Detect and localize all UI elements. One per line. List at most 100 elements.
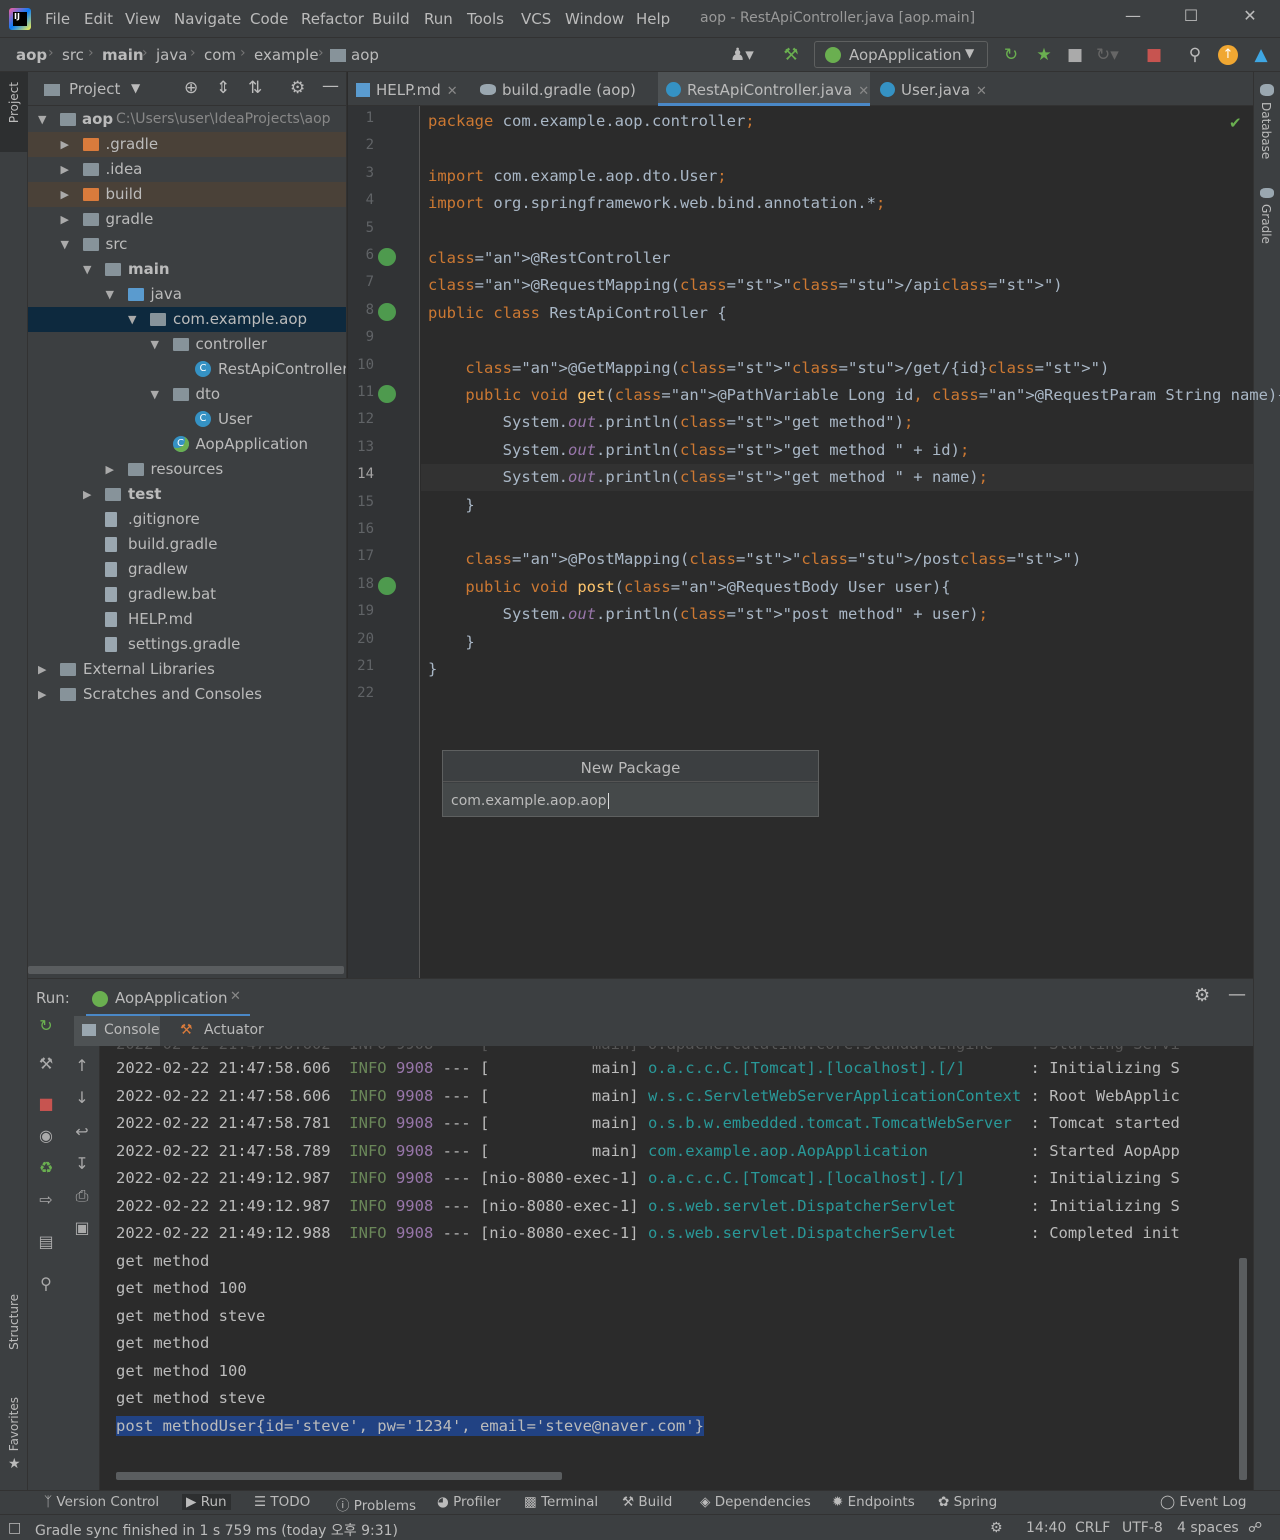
spring-bean-gutter-icon[interactable] xyxy=(378,385,396,403)
hide-panel-icon[interactable]: — xyxy=(1228,984,1246,1005)
spring-tool-button[interactable]: ✿ Spring xyxy=(938,1494,997,1510)
indent-setting[interactable]: 4 spaces xyxy=(1177,1520,1239,1536)
tree-row[interactable]: HELP.md xyxy=(28,607,346,632)
event-log-tool-button[interactable]: ◯ Event Log xyxy=(1160,1494,1246,1510)
scroll-to-end-icon[interactable]: ↧ xyxy=(72,1154,92,1174)
code-editor[interactable]: ✔ package com.example.aop.controller; imp… xyxy=(421,106,1280,978)
menu-tools[interactable]: Tools xyxy=(467,10,504,28)
console-output[interactable]: 2022-02-22 21:47:58.602 INFO 9908 --- [ … xyxy=(101,1046,1253,1490)
horizontal-scrollbar[interactable] xyxy=(116,1472,562,1480)
tree-row[interactable]: settings.gradle xyxy=(28,632,346,657)
line-separator[interactable]: CRLF xyxy=(1075,1520,1110,1536)
menu-file[interactable]: File xyxy=(45,10,70,28)
menu-refactor[interactable]: Refactor xyxy=(301,10,364,28)
caret-position[interactable]: 14:40 xyxy=(1026,1520,1066,1536)
chevron-down-icon[interactable]: ▼ xyxy=(151,332,159,357)
rerun-icon[interactable]: ↻ xyxy=(36,1016,56,1036)
menu-vcs[interactable]: VCS xyxy=(521,10,551,28)
file-encoding[interactable]: UTF-8 xyxy=(1122,1520,1163,1536)
breadcrumb-aop[interactable]: aop xyxy=(16,46,47,64)
trash-icon[interactable]: ▣ xyxy=(72,1218,92,1238)
user-icon[interactable]: ♟▾ xyxy=(730,44,754,66)
tree-row[interactable]: gradlew xyxy=(28,557,346,582)
tree-row[interactable]: ▶ build xyxy=(28,182,346,207)
expand-all-icon[interactable]: ⇕ xyxy=(216,78,230,98)
search-icon[interactable]: ⚲ xyxy=(1184,44,1206,66)
breadcrumb-aop-package[interactable]: aop xyxy=(351,46,379,64)
chevron-down-icon[interactable]: ▼ xyxy=(131,81,140,95)
database-tool-button[interactable]: Database xyxy=(1259,102,1273,159)
tab-build-gradle[interactable]: build.gradle (aop) xyxy=(480,72,656,106)
menu-help[interactable]: Help xyxy=(636,10,670,28)
tree-row[interactable]: C User xyxy=(28,407,346,432)
project-view-select[interactable]: Project xyxy=(69,80,120,98)
chevron-down-icon[interactable]: ▼ xyxy=(61,232,69,257)
close-tab-icon[interactable]: ✕ xyxy=(976,84,987,99)
tree-row[interactable]: ▼ main xyxy=(28,257,346,282)
gear-icon[interactable]: ⚙ xyxy=(1194,985,1210,1006)
spring-bean-gutter-icon[interactable] xyxy=(378,248,396,266)
todo-tool-button[interactable]: ☰ TODO xyxy=(254,1494,310,1510)
layout-icon[interactable]: ▤ xyxy=(36,1232,56,1252)
chevron-right-icon[interactable]: ▶ xyxy=(106,457,114,482)
close-window-button[interactable]: ✕ xyxy=(1235,6,1265,30)
chevron-down-icon[interactable]: ▼ xyxy=(106,282,114,307)
version-control-tool-button[interactable]: ᛉ Version Control xyxy=(44,1494,159,1510)
status-message[interactable]: Gradle sync finished in 1 s 759 ms (toda… xyxy=(35,1520,398,1540)
locate-icon[interactable]: ⊕ xyxy=(184,78,198,98)
tab-help-md[interactable]: HELP.md ✕ xyxy=(356,72,468,106)
run-configuration-select[interactable]: AopApplication ▼ xyxy=(814,41,988,68)
tree-row[interactable]: .gitignore xyxy=(28,507,346,532)
chevron-right-icon[interactable]: ▶ xyxy=(61,132,69,157)
menu-window[interactable]: Window xyxy=(565,10,624,28)
soft-wrap-icon[interactable]: ↩ xyxy=(72,1122,92,1142)
stop-icon[interactable]: ■ xyxy=(36,1094,56,1114)
tab-user-java[interactable]: User.java ✕ xyxy=(880,72,1000,106)
tree-row[interactable]: build.gradle xyxy=(28,532,346,557)
tree-row[interactable]: ▶ .idea xyxy=(28,157,346,182)
close-tab-icon[interactable]: ✕ xyxy=(858,84,869,99)
package-name-input[interactable]: com.example.aop.aop xyxy=(443,783,818,816)
favorites-tool-button[interactable]: Favorites xyxy=(7,1397,21,1451)
pin-icon[interactable]: ⚲ xyxy=(36,1274,56,1294)
chevron-right-icon[interactable]: ▶ xyxy=(61,182,69,207)
close-tab-icon[interactable]: ✕ xyxy=(230,989,241,1004)
breadcrumb-main[interactable]: main xyxy=(102,46,144,64)
tree-row[interactable]: ▶ gradle xyxy=(28,207,346,232)
project-tool-button[interactable]: Project xyxy=(0,72,28,152)
arrow-down-icon[interactable]: ↓ xyxy=(72,1088,92,1108)
breadcrumb-src[interactable]: src xyxy=(62,46,84,64)
chevron-down-icon[interactable]: ▼ xyxy=(83,257,91,282)
maximize-button[interactable]: ☐ xyxy=(1176,6,1206,30)
terminal-tool-button[interactable]: ▩ Terminal xyxy=(524,1494,598,1510)
tab-restapicontroller[interactable]: RestApiController.java ✕ xyxy=(658,72,870,106)
run-tab-aopapplication[interactable]: AopApplication ✕ xyxy=(86,979,250,1017)
spring-bean-gutter-icon[interactable] xyxy=(378,302,396,321)
menu-edit[interactable]: Edit xyxy=(84,10,113,28)
tree-row[interactable]: ▶ Scratches and Consoles xyxy=(28,682,346,707)
endpoints-tool-button[interactable]: ✹ Endpoints xyxy=(832,1494,915,1510)
camera-icon[interactable]: ◉ xyxy=(36,1126,56,1146)
chevron-down-icon[interactable]: ▼ xyxy=(151,382,159,407)
profile-icon[interactable]: ↻▾ xyxy=(1096,44,1119,66)
build-tool-button[interactable]: ⚒ Build xyxy=(622,1494,672,1510)
structure-tool-button[interactable]: Structure xyxy=(7,1294,21,1350)
breadcrumb-com[interactable]: com xyxy=(204,46,236,64)
vertical-scrollbar[interactable] xyxy=(1239,1258,1247,1480)
tree-row[interactable]: gradlew.bat xyxy=(28,582,346,607)
stop-icon[interactable]: ■ xyxy=(1143,44,1165,66)
restore-icon[interactable]: ♻ xyxy=(36,1158,56,1178)
tab-actuator[interactable]: ⚒ Actuator xyxy=(176,1016,266,1046)
update-icon[interactable]: ↑ xyxy=(1218,45,1238,65)
gradle-tool-button[interactable]: Gradle xyxy=(1259,204,1273,244)
print-icon[interactable]: ⎙ xyxy=(72,1186,92,1206)
menu-code[interactable]: Code xyxy=(250,10,288,28)
gear-icon[interactable]: ⚙ xyxy=(290,78,305,98)
minimize-button[interactable]: — xyxy=(1118,6,1148,30)
lock-icon[interactable]: ☍ xyxy=(1248,1520,1262,1536)
chevron-right-icon[interactable]: ▶ xyxy=(38,682,46,707)
arrow-up-icon[interactable]: ↑ xyxy=(72,1056,92,1076)
tree-row[interactable]: ▼ controller xyxy=(28,332,346,357)
code-with-me-icon[interactable]: ▲ xyxy=(1250,44,1272,66)
tree-row[interactable]: ▶ resources xyxy=(28,457,346,482)
